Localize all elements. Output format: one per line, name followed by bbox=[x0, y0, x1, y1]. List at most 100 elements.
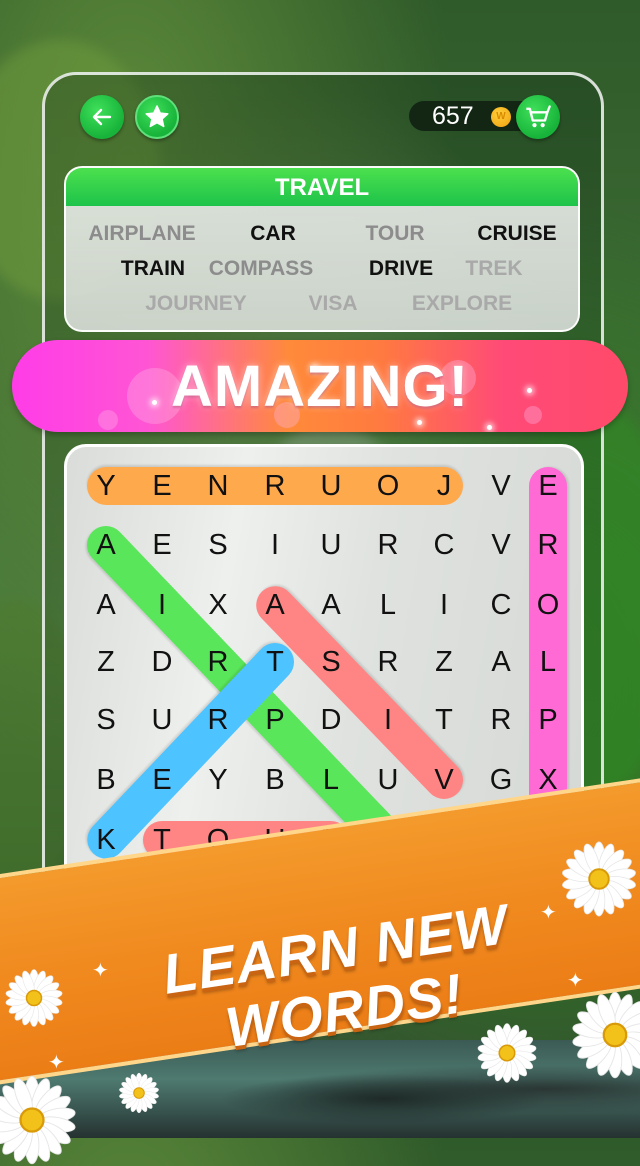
grid-cell[interactable]: I bbox=[255, 525, 295, 565]
shopping-cart-icon bbox=[526, 105, 551, 128]
grid-cell[interactable]: V bbox=[424, 760, 464, 800]
word-item: CAR bbox=[250, 222, 296, 245]
shop-button[interactable] bbox=[516, 95, 560, 139]
grid-cell[interactable]: X bbox=[424, 820, 464, 860]
grid-cell[interactable]: L bbox=[368, 585, 408, 625]
grid-cell[interactable]: C bbox=[481, 585, 521, 625]
grid-cell[interactable]: Z bbox=[424, 642, 464, 682]
daisy-icon bbox=[477, 1023, 537, 1083]
grid-cell[interactable]: E bbox=[142, 466, 182, 506]
grid-cell[interactable]: D bbox=[311, 700, 351, 740]
grid-cell[interactable]: R bbox=[198, 642, 238, 682]
grid-cell[interactable]: B bbox=[255, 760, 295, 800]
daisy-icon bbox=[5, 969, 63, 1027]
grid-cell[interactable]: A bbox=[86, 585, 126, 625]
grid-cell[interactable]: U bbox=[255, 820, 295, 860]
word-item: VISA bbox=[308, 292, 358, 315]
word-item: AIRPLANE bbox=[88, 222, 196, 245]
grid-cell[interactable]: S bbox=[198, 525, 238, 565]
grid-cell[interactable]: V bbox=[481, 466, 521, 506]
grid-cell[interactable]: C bbox=[424, 525, 464, 565]
grid-cell[interactable]: L bbox=[311, 760, 351, 800]
coin-count: 657 bbox=[432, 102, 474, 130]
back-button[interactable] bbox=[80, 95, 124, 139]
grid-cell[interactable]: U bbox=[311, 525, 351, 565]
grid-cell[interactable]: I bbox=[424, 585, 464, 625]
daisy-icon bbox=[0, 1075, 76, 1165]
word-item: COMPASS bbox=[208, 257, 314, 280]
grid-cell[interactable]: J bbox=[424, 466, 464, 506]
celebration-banner: AMAZING! bbox=[12, 340, 628, 432]
letter-grid[interactable]: YENRUOJVEAESIURCVRAIXAALICOZDRTSRZALSURP… bbox=[64, 444, 584, 970]
grid-cell[interactable]: D bbox=[142, 642, 182, 682]
grid-cell[interactable]: H bbox=[142, 877, 182, 917]
grid-cell[interactable]: E bbox=[528, 466, 568, 506]
daisy-icon bbox=[572, 991, 640, 1079]
grid-cell[interactable]: N bbox=[198, 466, 238, 506]
grid-cell[interactable]: X bbox=[528, 760, 568, 800]
grid-cell[interactable]: A bbox=[368, 820, 408, 860]
grid-cell[interactable]: T bbox=[142, 820, 182, 860]
word-list-panel: TRAVEL AIRPLANE CAR TOUR CRUISE TRAIN CO… bbox=[64, 166, 580, 332]
grid-cell[interactable]: X bbox=[198, 585, 238, 625]
sparkle-icon: ✦ bbox=[48, 1052, 65, 1074]
grid-cell[interactable]: I bbox=[142, 585, 182, 625]
daisy-icon bbox=[119, 1072, 159, 1114]
grid-cell[interactable]: L bbox=[528, 642, 568, 682]
grid-cell[interactable]: U bbox=[198, 877, 238, 917]
word-item: TREK bbox=[465, 257, 523, 280]
grid-cell[interactable]: A bbox=[86, 525, 126, 565]
grid-cell[interactable]: Z bbox=[86, 642, 126, 682]
grid-cell[interactable]: U bbox=[311, 466, 351, 506]
grid-cell[interactable]: R bbox=[311, 820, 351, 860]
background-river-rocks bbox=[0, 1040, 640, 1138]
grid-cell[interactable]: E bbox=[142, 525, 182, 565]
grid-cell[interactable]: Y bbox=[255, 877, 295, 917]
grid-cell[interactable]: R bbox=[481, 820, 521, 860]
category-title: TRAVEL bbox=[66, 168, 578, 206]
grid-cell[interactable]: K bbox=[311, 877, 351, 917]
grid-cell[interactable]: O bbox=[198, 820, 238, 860]
grid-cell[interactable]: R bbox=[198, 700, 238, 740]
grid-cell[interactable]: A bbox=[311, 585, 351, 625]
word-item: EXPLORE bbox=[411, 292, 513, 315]
grid-cell[interactable]: R bbox=[368, 525, 408, 565]
grid-cell[interactable]: A bbox=[481, 642, 521, 682]
grid-cell[interactable]: S bbox=[86, 877, 126, 917]
word-item: TOUR bbox=[365, 222, 425, 245]
grid-cell[interactable]: T bbox=[424, 700, 464, 740]
word-item: CRUISE bbox=[477, 222, 557, 245]
star-icon bbox=[145, 105, 169, 128]
grid-cell[interactable]: S bbox=[86, 700, 126, 740]
grid-cell[interactable]: V bbox=[481, 525, 521, 565]
daisy-icon bbox=[562, 841, 636, 917]
grid-cell[interactable]: T bbox=[255, 642, 295, 682]
grid-cell[interactable]: R bbox=[368, 642, 408, 682]
sparkle-icon: ✦ bbox=[92, 960, 109, 982]
sparkle-icon: ✦ bbox=[540, 902, 557, 924]
grid-cell[interactable]: A bbox=[255, 585, 295, 625]
favorite-button[interactable] bbox=[135, 95, 179, 139]
grid-cell[interactable]: K bbox=[86, 820, 126, 860]
celebration-text: AMAZING! bbox=[171, 354, 469, 419]
grid-cell[interactable]: I bbox=[368, 700, 408, 740]
word-item: TRAIN bbox=[120, 257, 186, 280]
grid-cell[interactable]: R bbox=[528, 525, 568, 565]
grid-cell[interactable]: O bbox=[368, 466, 408, 506]
arrow-left-icon bbox=[92, 108, 112, 126]
grid-cell[interactable]: Y bbox=[198, 760, 238, 800]
grid-cell[interactable]: Y bbox=[86, 466, 126, 506]
grid-cell[interactable]: G bbox=[481, 760, 521, 800]
grid-cell[interactable]: U bbox=[142, 700, 182, 740]
grid-cell[interactable]: S bbox=[311, 642, 351, 682]
grid-cell[interactable]: R bbox=[481, 700, 521, 740]
grid-cell[interactable]: E bbox=[142, 760, 182, 800]
grid-cell[interactable]: O bbox=[528, 585, 568, 625]
grid-cell[interactable]: P bbox=[255, 700, 295, 740]
grid-cell[interactable]: R bbox=[255, 466, 295, 506]
word-item: DRIVE bbox=[368, 257, 434, 280]
coin-icon: W bbox=[491, 107, 511, 127]
grid-cell[interactable]: P bbox=[528, 700, 568, 740]
grid-cell[interactable]: B bbox=[86, 760, 126, 800]
grid-cell[interactable]: U bbox=[368, 760, 408, 800]
